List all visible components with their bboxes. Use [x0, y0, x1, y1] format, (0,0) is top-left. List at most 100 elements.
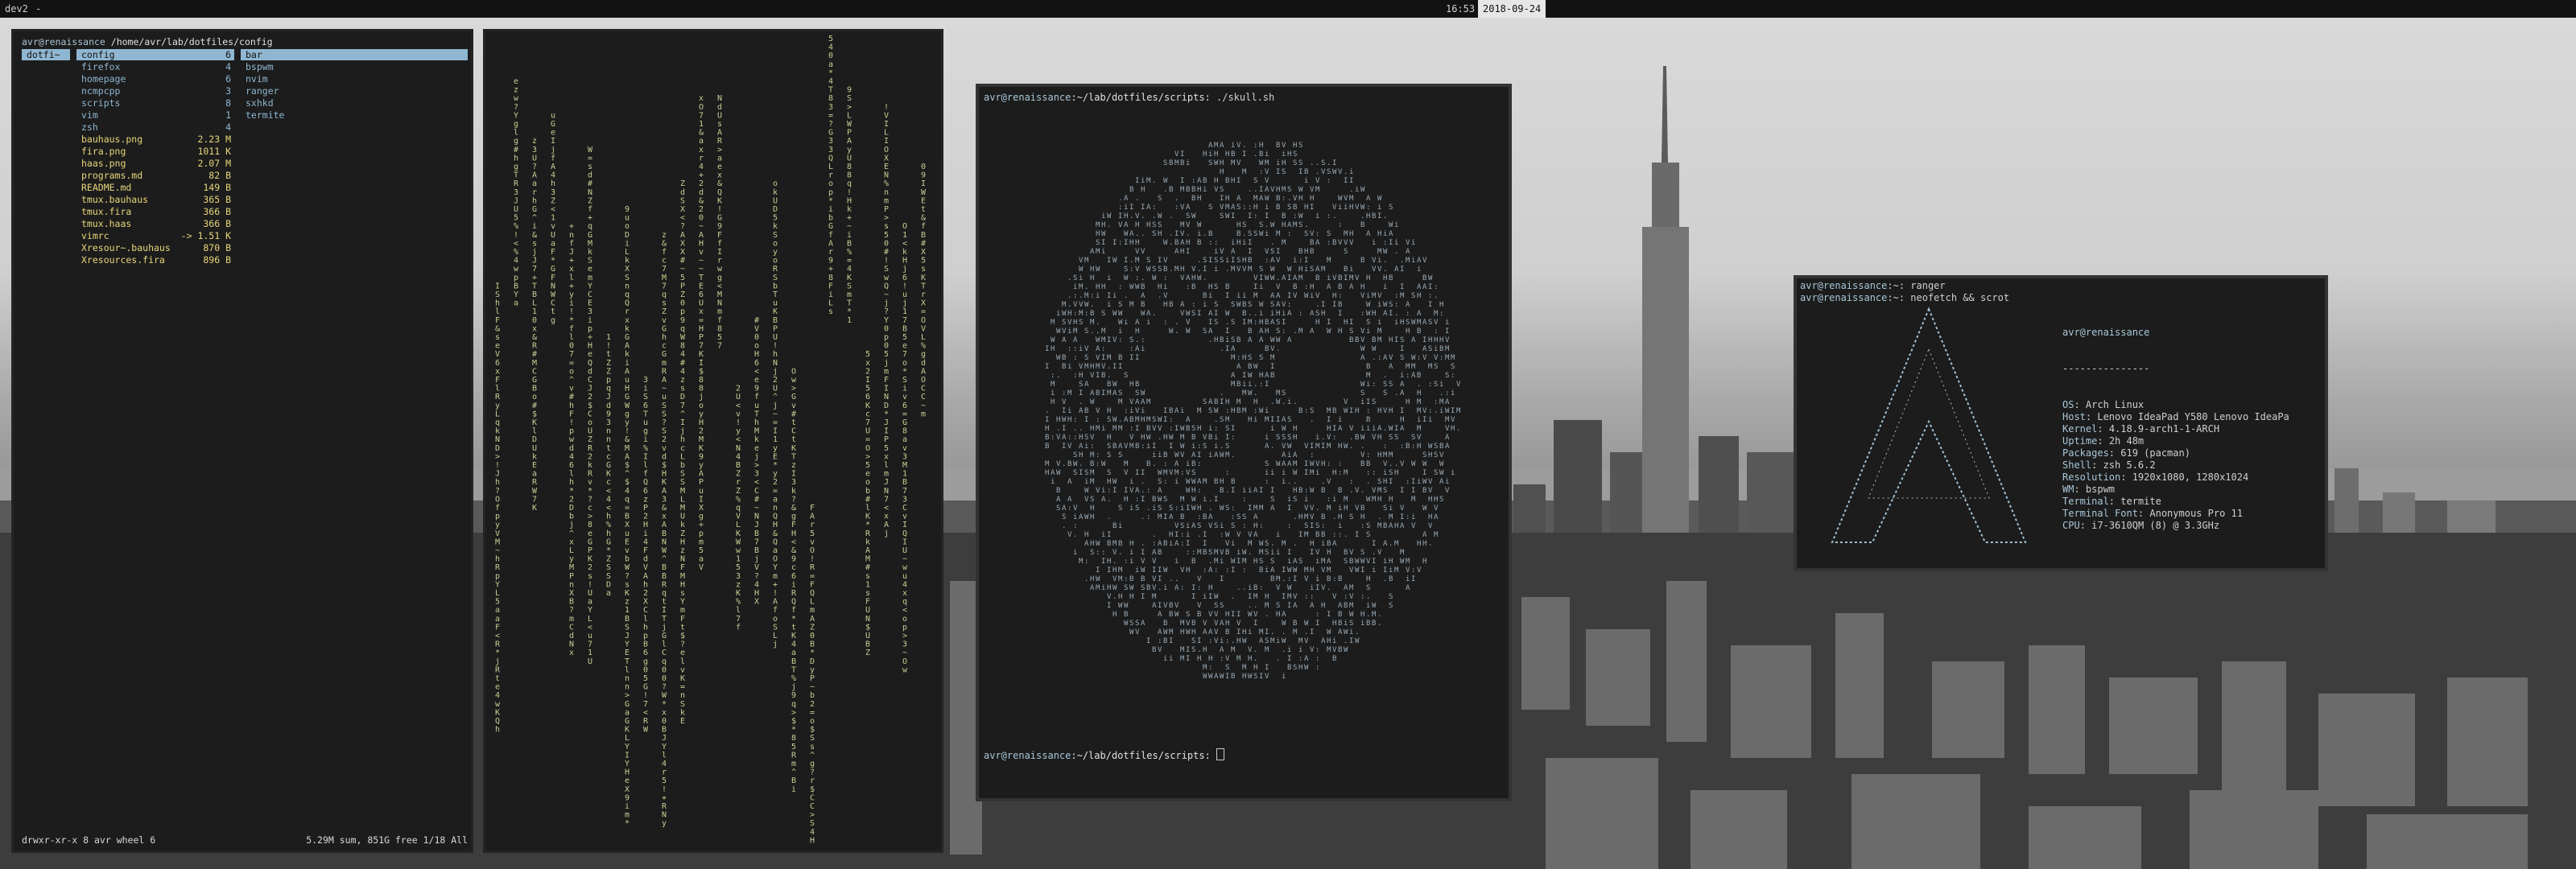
skull-glyph: :: [1242, 522, 1246, 530]
matrix-glyph: B: [514, 282, 518, 290]
matrix-glyph: M: [754, 427, 759, 436]
skull-glyph: V: [1225, 540, 1230, 548]
matrix-terminal-window[interactable]: I Sh l F & s e V 6 x Fl Ry Lq k N D >! Jh? Of p y V M ~ h Rp Y L 5 a a…: [483, 29, 943, 853]
skull-glyph: M: [1146, 416, 1151, 424]
current_col-entry[interactable]: vim 1: [76, 109, 234, 121]
preview_col-entry[interactable]: nvim: [241, 73, 468, 84]
skull-glyph: i: [1366, 602, 1370, 610]
skull-glyph: .: [1141, 513, 1145, 521]
preview_col-entry[interactable]: bspwm: [241, 61, 468, 72]
ranger-terminal-window[interactable]: avr@renaissance /home/avr/lab/dotfiles/c…: [11, 29, 473, 853]
matrix-glyph: p: [606, 376, 611, 385]
skull-glyph: W: [1214, 407, 1219, 415]
skull-glyph: i: [1451, 469, 1455, 477]
skull-glyph: i: [1315, 469, 1319, 477]
skull-glyph: W: [1248, 389, 1253, 397]
matrix-glyph: w: [791, 376, 797, 385]
current_col-entry[interactable]: bauhaus.png 2.23 M: [76, 134, 234, 145]
skull-glyph: V: [1203, 434, 1208, 442]
matrix-glyph: 0: [662, 717, 667, 726]
skull-glyph: I: [1186, 505, 1190, 513]
matrix-glyph: 7: [680, 402, 685, 410]
skull-glyph: B: [1090, 460, 1094, 468]
skull-glyph: H: [1124, 212, 1128, 220]
matrix-glyph: n: [680, 691, 685, 700]
current_col-entry[interactable]: firefox 4: [76, 61, 234, 72]
matrix-glyph: g: [921, 350, 926, 359]
skull-glyph: S: [1084, 469, 1088, 477]
current_col-entry[interactable]: zsh 4: [76, 121, 234, 133]
matrix-glyph: G: [828, 129, 833, 138]
skull-glyph: V: [1225, 655, 1230, 663]
current_col-entry[interactable]: Xresources.fira 896 B: [76, 254, 234, 266]
current_col-entry[interactable]: homepage 6: [76, 73, 234, 84]
matrix-glyph: L: [884, 129, 889, 138]
preview_col-entry[interactable]: bar: [241, 49, 468, 60]
skull-glyph: S: [1265, 549, 1269, 557]
preview_col-entry[interactable]: termite: [241, 109, 468, 121]
matrix-glyph: O: [865, 444, 870, 453]
matrix-glyph: 7: [699, 111, 704, 120]
matrix-glyph: L: [625, 248, 630, 257]
skull-glyph: A: [1073, 336, 1078, 344]
skull-terminal-window[interactable]: avr@renaissance:~/lab/dotfiles/scripts: …: [976, 84, 1512, 801]
skull-glyph: V: [1265, 673, 1269, 681]
skull-glyph: .: [1158, 434, 1162, 442]
current_col-entry[interactable]: tmux.fira 366 B: [76, 206, 234, 217]
skull-glyph: .: [1045, 407, 1049, 415]
skull-glyph: :: [1191, 177, 1195, 185]
current_col-entry[interactable]: haas.png 2.07 M: [76, 158, 234, 169]
preview_col-entry[interactable]: ranger: [241, 85, 468, 97]
current_col-entry[interactable]: scripts 8: [76, 97, 234, 109]
skull-glyph: A: [1321, 637, 1326, 645]
current_col-entry[interactable]: programs.md 82 B: [76, 170, 234, 181]
matrix-glyph: a: [625, 708, 630, 717]
skull-prompt-line[interactable]: avr@renaissance:~/lab/dotfiles/scripts:: [984, 748, 1224, 761]
preview_col-entry[interactable]: sxhkd: [241, 97, 468, 109]
skull-glyph: :: [1315, 664, 1319, 672]
skull-glyph: :: [1310, 451, 1314, 459]
ranger-header: avr@renaissance /home/avr/lab/dotfiles/c…: [22, 36, 273, 47]
matrix-glyph: i: [643, 385, 648, 393]
matrix-glyph: o: [754, 342, 759, 351]
current_col-entry[interactable]: vimrc -> 1.51 K: [76, 230, 234, 241]
skull-glyph: V: [1129, 398, 1134, 406]
skull-glyph: H: [1242, 628, 1246, 636]
skull-glyph: A: [1129, 230, 1134, 238]
current_col-entry[interactable]: ncmpcpp 3: [76, 85, 234, 97]
skull-glyph: A: [1383, 354, 1388, 362]
workspace-indicator[interactable]: dev2: [5, 0, 28, 18]
skull-glyph: V: [1208, 611, 1213, 619]
matrix-glyph: q: [606, 385, 611, 393]
matrix-glyph: P: [643, 504, 648, 513]
matrix-glyph: ?: [625, 572, 630, 581]
neofetch-info-key: Terminal Font: [2062, 508, 2138, 519]
skull-glyph: H: [1349, 230, 1353, 238]
matrix-glyph: q: [662, 589, 667, 598]
skull-glyph: .: [1135, 336, 1139, 344]
skull-glyph: I: [1208, 593, 1212, 601]
skull-glyph: .: [1158, 584, 1162, 592]
current_col-entry[interactable]: README.md 149 B: [76, 182, 234, 193]
skull-glyph: W: [1276, 336, 1281, 344]
skull-glyph: :: [1073, 522, 1077, 530]
skull-glyph: M: [1180, 186, 1185, 194]
skull-glyph: S: [1293, 496, 1297, 504]
matrix-glyph: *: [902, 367, 907, 376]
matrix-glyph: &: [532, 333, 537, 342]
matrix-glyph: N: [736, 444, 741, 453]
current_col-entry[interactable]: config 6: [76, 49, 234, 60]
current_col-entry[interactable]: fira.png 1011 K: [76, 146, 234, 157]
skull-glyph: B: [1158, 549, 1162, 557]
skull-glyph: V: [1270, 186, 1275, 194]
skull-glyph: W: [1355, 558, 1360, 566]
current_col-entry[interactable]: tmux.haas 366 B: [76, 218, 234, 229]
current_col-entry[interactable]: tmux.bauhaus 365 B: [76, 194, 234, 205]
skull-glyph: i: [1129, 549, 1133, 557]
current_col-entry[interactable]: Xresour~.bauhaus 870 B: [76, 242, 234, 253]
skull-glyph: V: [1163, 257, 1168, 265]
parent_col-entry[interactable]: dotfi~: [22, 49, 70, 60]
skull-glyph: H: [1220, 478, 1224, 486]
matrix-glyph: U: [588, 589, 592, 598]
neofetch-terminal-window[interactable]: avr@renaissance:~: ranger avr@renaissanc…: [1794, 275, 2328, 571]
